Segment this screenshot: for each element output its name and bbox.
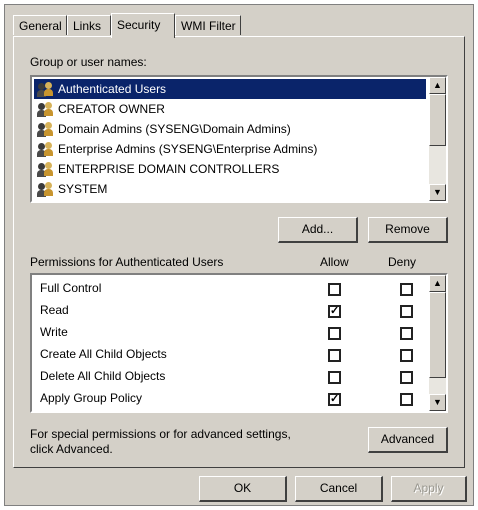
permissions-header: Permissions for Authenticated Users xyxy=(30,255,224,269)
allow-checkbox-create-child[interactable] xyxy=(328,349,341,362)
group-user-listbox[interactable]: Authenticated Users CREATOR OWNER Domain… xyxy=(30,75,448,203)
deny-checkbox-full-control[interactable] xyxy=(400,283,413,296)
deny-checkbox-create-child[interactable] xyxy=(400,349,413,362)
list-item-label: CREATOR OWNER xyxy=(58,102,165,116)
permission-label-delete-child: Delete All Child Objects xyxy=(40,369,166,383)
scroll-up-arrow-icon[interactable]: ▲ xyxy=(429,77,446,94)
group-icon xyxy=(36,121,54,138)
list-item-label: Authenticated Users xyxy=(58,82,167,96)
list-item-creator-owner[interactable]: CREATOR OWNER xyxy=(34,99,165,119)
scroll-thumb[interactable] xyxy=(429,292,446,378)
permission-label-read: Read xyxy=(40,303,69,317)
permission-label-create-child: Create All Child Objects xyxy=(40,347,167,361)
permission-label-full-control: Full Control xyxy=(40,281,102,295)
advanced-button[interactable]: Advanced xyxy=(368,427,448,453)
permission-label-write: Write xyxy=(40,325,68,339)
group-list-scrollbar[interactable]: ▲ ▼ xyxy=(429,77,446,201)
tab-security[interactable]: Security xyxy=(111,13,175,38)
deny-column-header: Deny xyxy=(388,255,417,269)
allow-checkbox-full-control[interactable] xyxy=(328,283,341,296)
allow-checkbox-apply-group-policy[interactable]: ✓ xyxy=(328,393,341,406)
deny-checkbox-delete-child[interactable] xyxy=(400,371,413,384)
apply-button[interactable]: Apply xyxy=(391,476,467,502)
group-or-user-names-label: Group or user names: xyxy=(30,55,147,69)
group-icon xyxy=(36,101,54,118)
list-item-label: ENTERPRISE DOMAIN CONTROLLERS xyxy=(58,162,280,176)
add-button[interactable]: Add... xyxy=(278,217,358,243)
tab-links[interactable]: Links xyxy=(67,15,111,35)
deny-checkbox-read[interactable] xyxy=(400,305,413,318)
allow-checkbox-delete-child[interactable] xyxy=(328,371,341,384)
list-item-authenticated-users[interactable]: Authenticated Users xyxy=(34,79,426,99)
allow-checkbox-read[interactable]: ✓ xyxy=(328,305,341,318)
cancel-button[interactable]: Cancel xyxy=(295,476,383,502)
list-item-domain-admins[interactable]: Domain Admins (SYSENG\Domain Admins) xyxy=(34,119,291,139)
allow-column-header: Allow xyxy=(320,255,349,269)
list-item-label: Domain Admins (SYSENG\Domain Admins) xyxy=(58,122,291,136)
special-permissions-note-line2: click Advanced. xyxy=(30,442,113,456)
special-permissions-note-line1: For special permissions or for advanced … xyxy=(30,427,291,441)
deny-checkbox-apply-group-policy[interactable] xyxy=(400,393,413,406)
security-tab-panel: Group or user names: Authenticated Users… xyxy=(13,36,465,468)
tab-general[interactable]: General xyxy=(13,15,67,35)
deny-checkbox-write[interactable] xyxy=(400,327,413,340)
group-icon xyxy=(36,161,54,178)
scroll-thumb[interactable] xyxy=(429,94,446,146)
list-item-enterprise-domain-controllers[interactable]: ENTERPRISE DOMAIN CONTROLLERS xyxy=(34,159,279,179)
remove-button[interactable]: Remove xyxy=(368,217,448,243)
ok-button[interactable]: OK xyxy=(199,476,287,502)
scroll-down-arrow-icon[interactable]: ▼ xyxy=(429,184,446,201)
permissions-listbox: Full Control Read Write Create All Child… xyxy=(30,273,448,413)
scroll-up-arrow-icon[interactable]: ▲ xyxy=(429,275,446,292)
list-item-system[interactable]: SYSTEM xyxy=(34,179,107,199)
list-item-label: SYSTEM xyxy=(58,182,108,196)
group-icon xyxy=(36,81,54,98)
allow-checkbox-write[interactable] xyxy=(328,327,341,340)
security-properties-dialog: General Links Security WMI Filter Group … xyxy=(4,4,474,506)
tab-wmi-filter[interactable]: WMI Filter xyxy=(175,15,241,35)
group-icon xyxy=(36,181,54,198)
list-item-enterprise-admins[interactable]: Enterprise Admins (SYSENG\Enterprise Adm… xyxy=(34,139,317,159)
scroll-down-arrow-icon[interactable]: ▼ xyxy=(429,394,446,411)
list-item-label: Enterprise Admins (SYSENG\Enterprise Adm… xyxy=(58,142,318,156)
group-icon xyxy=(36,141,54,158)
permission-label-apply-group-policy: Apply Group Policy xyxy=(40,391,143,405)
permissions-scrollbar[interactable]: ▲ ▼ xyxy=(429,275,446,411)
